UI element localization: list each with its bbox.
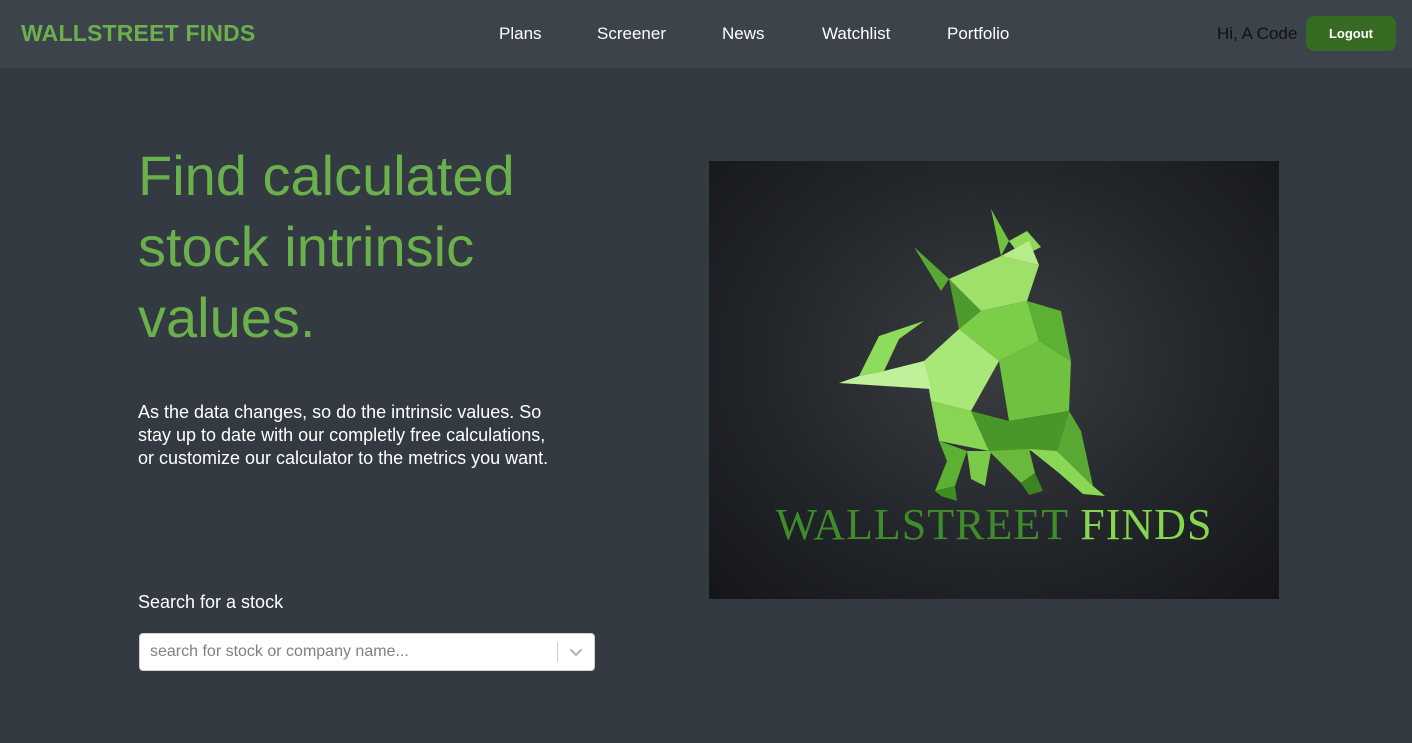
stock-search-select[interactable] bbox=[139, 633, 595, 671]
hero-logo-image: WALLSTREET FINDS bbox=[709, 161, 1279, 599]
hero-title: Find calculated stock intrinsic values. bbox=[138, 144, 515, 349]
search-label: Search for a stock bbox=[138, 592, 284, 612]
nav-link-watchlist[interactable]: Watchlist bbox=[822, 24, 890, 44]
hero-description: As the data changes, so do the intrinsic… bbox=[138, 402, 549, 468]
brand-logo-link[interactable]: WALLSTREET FINDS bbox=[21, 20, 255, 47]
nav-link-portfolio[interactable]: Portfolio bbox=[947, 24, 1009, 44]
nav-link-news[interactable]: News bbox=[722, 24, 765, 44]
nav-link-screener[interactable]: Screener bbox=[597, 24, 666, 44]
user-greeting: Hi, A Code bbox=[1217, 24, 1298, 43]
logout-button[interactable]: Logout bbox=[1306, 16, 1396, 51]
logo-wordmark-part1: WALLSTREET bbox=[775, 500, 1069, 549]
select-separator bbox=[557, 642, 558, 662]
chevron-down-icon[interactable] bbox=[566, 642, 586, 662]
logo-wordmark-part2: FINDS bbox=[1080, 500, 1213, 549]
stock-search-input[interactable] bbox=[150, 634, 550, 670]
navbar: WALLSTREET FINDS Plans Screener News Wat… bbox=[0, 0, 1412, 68]
logo-wordmark: WALLSTREET FINDS bbox=[709, 499, 1279, 550]
nav-link-plans[interactable]: Plans bbox=[499, 24, 542, 44]
